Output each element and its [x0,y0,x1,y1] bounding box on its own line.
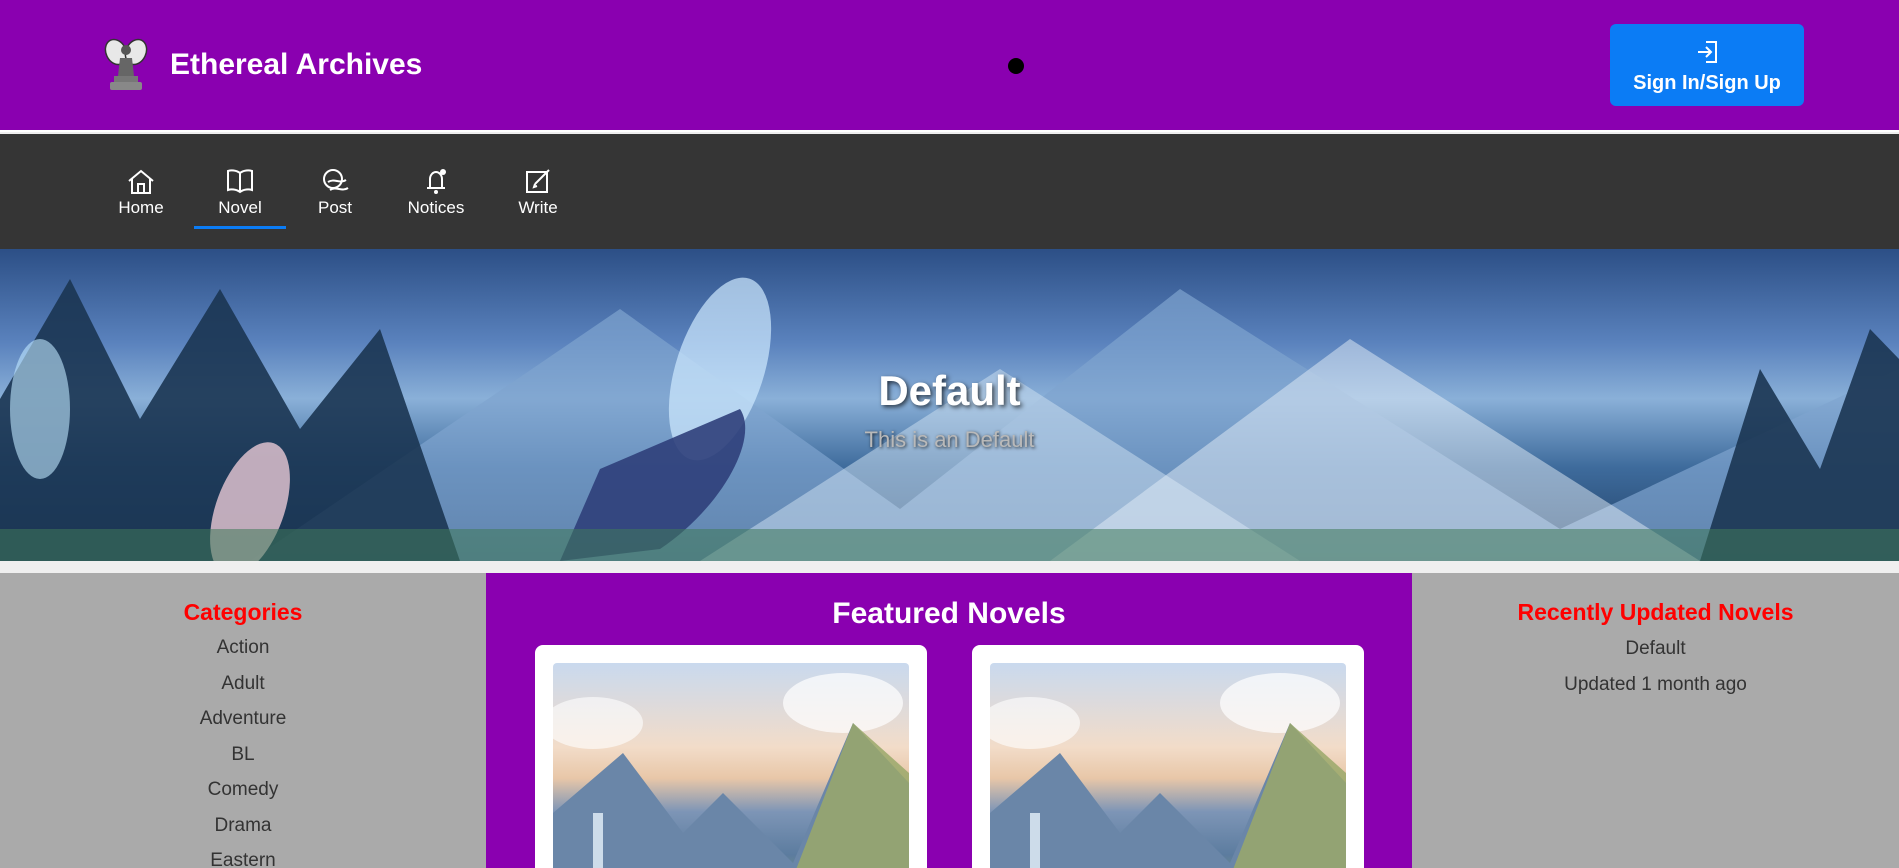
fairy-logo-icon[interactable] [102,36,150,92]
category-item[interactable]: BL [0,742,486,778]
nav-item-notices[interactable]: Notices [406,166,466,226]
category-item[interactable]: Drama [0,813,486,849]
novel-cover-image[interactable] [553,663,909,868]
category-item[interactable]: Action [0,635,486,671]
category-item[interactable]: Adult [0,671,486,707]
post-icon [323,169,349,191]
nav-label-home: Home [118,198,164,217]
home-icon [128,169,154,194]
main-nav: Home Novel Post Notices Write [0,134,1899,249]
category-list: Action Adult Adventure BL Comedy Drama E… [0,635,486,868]
nav-item-novel[interactable]: Novel [214,166,266,226]
edit-icon [526,169,550,193]
novel-card[interactable] [535,645,927,868]
novel-cover-image[interactable] [990,663,1346,868]
featured-heading: Featured Novels [832,597,1066,630]
hero-banner: Default This is an Default [0,249,1899,561]
active-tab-indicator [194,226,286,229]
sign-in-label: Sign In/Sign Up [1633,72,1781,94]
recent-heading: Recently Updated Novels [1517,599,1794,625]
status-dot [1008,58,1024,74]
hero-subtitle: This is an Default [864,427,1035,452]
book-icon [227,169,253,194]
recent-novels-panel: Recently Updated Novels Default Updated … [1412,573,1899,868]
recent-novel-updated: Updated 1 month ago [1564,674,1747,695]
sign-in-sign-up-button[interactable]: Sign In/Sign Up [1610,24,1804,106]
categories-heading: Categories [183,599,303,625]
featured-novels-panel: Featured Novels [486,573,1412,868]
category-item[interactable]: Comedy [0,777,486,813]
nav-item-write[interactable]: Write [514,166,562,226]
category-item[interactable]: Adventure [0,706,486,742]
hero-title: Default [878,367,1021,414]
recent-novel-title[interactable]: Default [1412,638,1899,660]
nav-label-novel: Novel [218,198,262,217]
nav-item-home[interactable]: Home [114,166,168,226]
bell-icon [427,169,446,194]
site-title[interactable]: Ethereal Archives [170,48,422,82]
nav-label-post: Post [317,198,353,217]
nav-label-notices: Notices [407,198,465,217]
novel-card[interactable] [972,645,1364,868]
nav-label-write: Write [518,198,558,217]
sign-in-icon [1698,41,1717,63]
nav-item-post[interactable]: Post [312,166,358,226]
site-header: Ethereal Archives Sign In/Sign Up [0,0,1899,132]
categories-panel: Categories Action Adult Adventure BL Com… [0,573,486,868]
category-item[interactable]: Eastern [0,848,486,868]
